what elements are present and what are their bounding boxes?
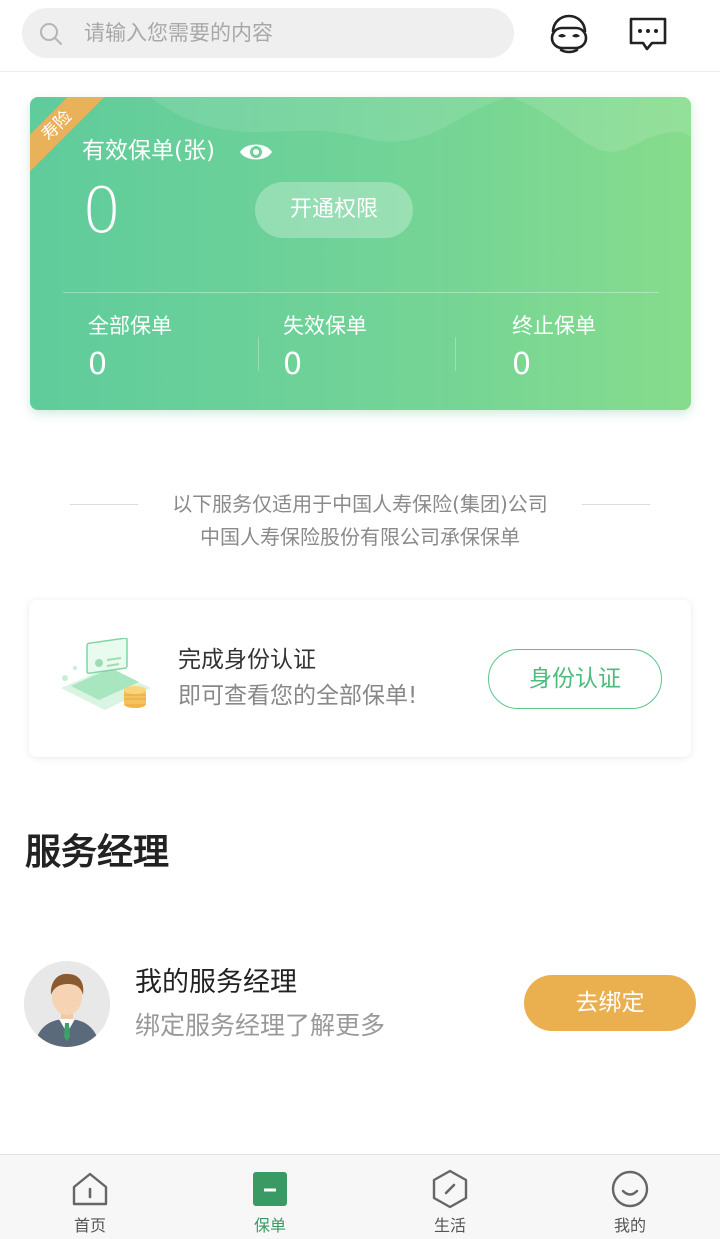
service-manager-section-title: 服务经理	[25, 832, 170, 873]
stat-label: 全部保单	[88, 314, 172, 338]
tab-label: 首页	[73, 1216, 106, 1235]
identity-title: 完成身份认证	[178, 647, 316, 673]
card-divider	[63, 292, 659, 293]
valid-policy-count: 0	[82, 174, 122, 247]
identity-verification-card: 完成身份认证 即可查看您的全部保单! 身份认证	[29, 600, 691, 757]
service-notice: 以下服务仅适用于中国人寿保险(集团)公司 中国人寿保险股份有限公司承保保单	[0, 488, 720, 554]
search-placeholder: 请输入您需要的内容	[84, 21, 273, 45]
home-icon	[72, 1172, 108, 1206]
stat-value: 0	[512, 347, 532, 382]
profile-icon	[611, 1170, 649, 1208]
life-icon	[432, 1169, 468, 1209]
tab-policy[interactable]: 保单	[210, 1155, 330, 1239]
manager-avatar	[24, 961, 110, 1047]
tab-label: 生活	[433, 1216, 466, 1235]
notice-line-right	[582, 504, 650, 505]
stat-label: 终止保单	[512, 314, 596, 338]
policy-summary-card: 寿险 有效保单(张) 0 开通权限 全部保单 0 失效保单 0 终止保单 0	[30, 97, 691, 410]
eye-icon[interactable]	[238, 139, 274, 165]
stat-value: 0	[88, 347, 108, 382]
search-bar[interactable]: 请输入您需要的内容	[22, 8, 514, 58]
tab-home[interactable]: 首页	[30, 1155, 150, 1239]
open-permission-button[interactable]: 开通权限	[255, 182, 413, 238]
policy-icon	[253, 1172, 287, 1206]
identity-verify-button[interactable]: 身份认证	[488, 649, 662, 709]
message-icon[interactable]	[626, 12, 670, 56]
stat-all-policies[interactable]: 全部保单 0	[88, 311, 172, 387]
top-header: 请输入您需要的内容	[0, 0, 720, 72]
robot-service-icon[interactable]	[547, 12, 591, 56]
manager-description: 绑定服务经理了解更多	[135, 1011, 386, 1040]
search-icon	[40, 23, 62, 45]
stat-terminated-policies[interactable]: 终止保单 0	[512, 311, 596, 387]
notice-line-2: 中国人寿保险股份有限公司承保保单	[200, 525, 520, 549]
tab-label: 保单	[253, 1216, 286, 1235]
manager-title: 我的服务经理	[135, 967, 297, 998]
stat-separator	[455, 337, 456, 371]
stat-value: 0	[283, 347, 303, 382]
stat-separator	[258, 337, 259, 371]
tab-life[interactable]: 生活	[390, 1155, 510, 1239]
identity-subtitle: 即可查看您的全部保单!	[178, 683, 418, 709]
notice-line-left	[70, 504, 138, 505]
bottom-tab-bar: 首页 保单 生活 我的	[0, 1154, 720, 1239]
stat-label: 失效保单	[283, 314, 367, 338]
valid-policy-title: 有效保单(张)	[82, 138, 215, 164]
stat-lapsed-policies[interactable]: 失效保单 0	[283, 311, 367, 387]
bind-manager-button[interactable]: 去绑定	[524, 975, 696, 1031]
id-card-illustration-icon	[61, 638, 151, 710]
tab-label: 我的	[613, 1216, 646, 1235]
manager-avatar-icon	[24, 961, 110, 1047]
tab-profile[interactable]: 我的	[570, 1155, 690, 1239]
